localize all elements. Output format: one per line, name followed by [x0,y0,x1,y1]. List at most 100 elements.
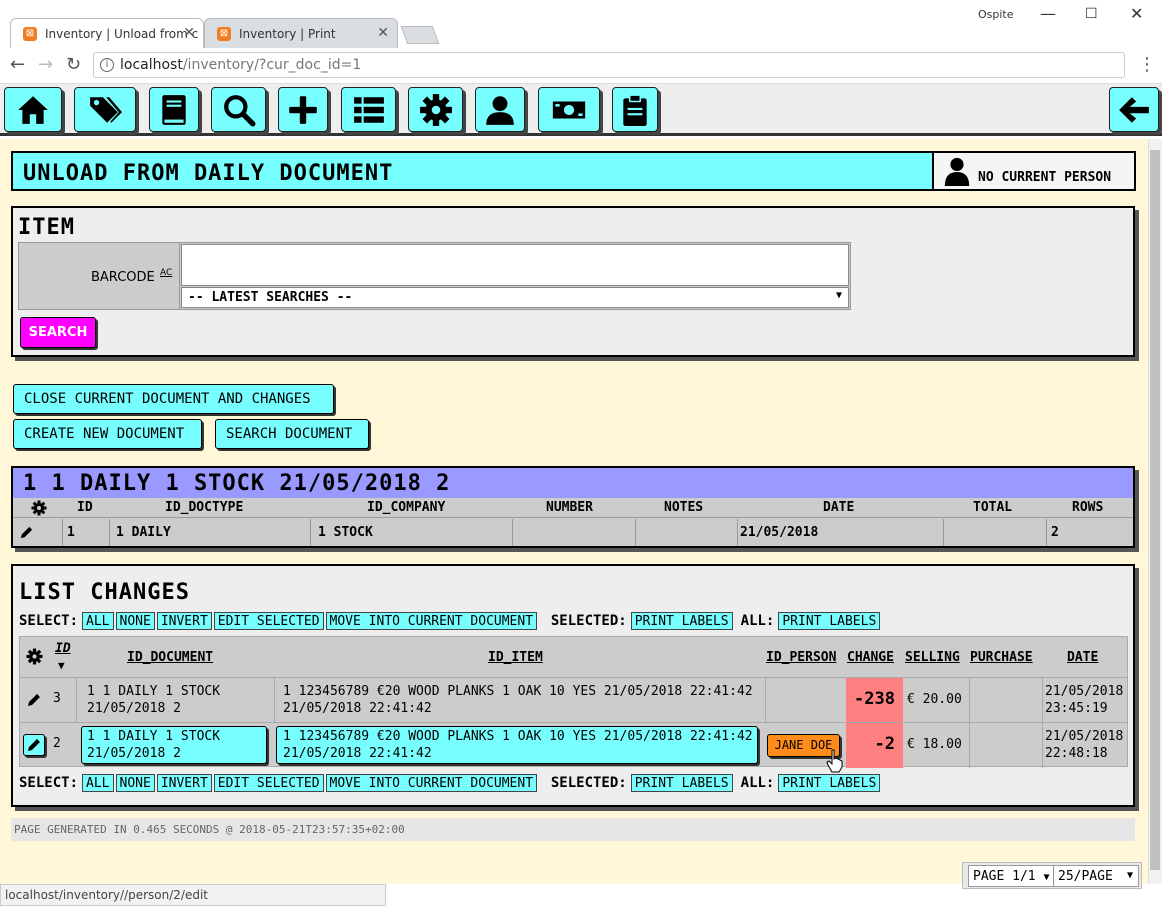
close-document-button[interactable]: CLOSE CURRENT DOCUMENT AND CHANGES [13,384,334,414]
col-change[interactable]: CHANGE [847,650,894,665]
current-person-label: NO CURRENT PERSON [978,170,1112,185]
pencil-icon[interactable] [26,692,42,708]
all-label: ALL: [740,613,775,629]
row-date-line1: 21/05/2018 [1045,684,1124,699]
move-into-document-button[interactable]: MOVE INTO CURRENT DOCUMENT [325,612,538,630]
add-button[interactable] [278,87,328,132]
url-input[interactable]: i localhost/inventory/?cur_doc_id=1 [93,52,1125,78]
close-tab-icon[interactable]: ✕ [183,25,195,41]
reload-icon[interactable]: ↻ [66,54,81,75]
per-page-select-value: 25/PAGE [1058,869,1113,884]
select-all-button[interactable]: ALL [82,612,114,630]
autocomplete-link[interactable]: AC [160,268,172,278]
create-document-button[interactable]: CREATE NEW DOCUMENT [13,419,202,449]
print-labels-all-button[interactable]: PRINT LABELS [778,612,881,630]
row-selling: € 20.00 [907,692,962,707]
gear-icon [419,93,452,126]
xampp-favicon-icon: ⊠ [23,27,37,41]
edit-row-button[interactable] [23,734,45,756]
scrollbar-thumb[interactable] [1150,150,1160,870]
gear-icon[interactable] [31,500,47,516]
info-icon[interactable]: i [100,58,114,72]
document-header-row: ID ID_DOCTYPE ID_COMPANY NUMBER NOTES DA… [13,498,1133,518]
divider [635,519,636,546]
generation-footer: PAGE GENERATED IN 0.465 SECONDS @ 2018-0… [11,818,1135,841]
list-button[interactable] [341,87,396,132]
person-button[interactable] [475,87,525,132]
divider [1042,678,1043,723]
home-button[interactable] [4,87,62,132]
col-id-sort[interactable]: ID [55,641,71,656]
money-icon [552,101,586,118]
browser-status-bar: localhost/inventory//person/2/edit [0,884,386,906]
row-document-line2: 21/05/2018 2 [87,746,181,761]
search-button[interactable] [211,87,266,132]
table-row: 3 1 1 DAILY 1 STOCK 21/05/2018 2 1 12345… [20,677,1127,723]
back-button[interactable] [1109,87,1159,132]
changes-panel: LIST CHANGES SELECT: ALL NONE INVERT EDIT SE… [11,564,1135,807]
page-select[interactable]: PAGE 1/1 ▼ [968,865,1054,887]
settings-button[interactable] [408,87,463,132]
col-number: NUMBER [546,500,593,515]
select-invert-button[interactable]: INVERT [156,612,212,630]
back-icon[interactable]: ← [10,54,25,75]
maximize-icon[interactable]: ☐ [1085,6,1098,22]
edit-selected-button[interactable]: EDIT SELECTED [213,774,324,792]
col-selling[interactable]: SELLING [905,650,960,665]
doc-id: 1 [67,525,75,540]
doc-doctype: 1 DAILY [116,525,171,540]
col-id: ID [77,500,93,515]
current-person[interactable]: NO CURRENT PERSON [932,151,1136,191]
select-none-button[interactable]: NONE [115,612,155,630]
changes-title: LIST CHANGES [19,580,190,605]
print-labels-selected-button[interactable]: PRINT LABELS [630,612,733,630]
clipboard-icon [623,93,647,126]
col-id-document[interactable]: ID_DOCUMENT [127,650,213,665]
divider [274,678,275,723]
edit-selected-button[interactable]: EDIT SELECTED [213,612,324,630]
row-change: -238 [846,678,903,723]
divider [1042,723,1043,768]
row-item-link[interactable]: 1 123456789 €20 WOOD PLANKS 1 OAK 10 YES… [276,726,758,764]
search-document-button[interactable]: SEARCH DOCUMENT [215,419,369,449]
latest-searches-select[interactable]: -- LATEST SEARCHES -- ▼ [181,287,849,308]
minimize-icon[interactable]: — [1040,4,1056,23]
browser-tab-active[interactable]: ⊠ Inventory | Unload from c ✕ [10,18,204,48]
close-window-icon[interactable]: ✕ [1130,4,1143,23]
col-id-item[interactable]: ID_ITEM [488,650,543,665]
row-id: 2 [53,736,61,751]
row-item-line2: 21/05/2018 22:41:42 [283,701,432,716]
per-page-select[interactable]: 25/PAGE ▼ [1053,865,1139,887]
money-button[interactable] [538,87,600,132]
xampp-favicon-icon: ⊠ [217,27,231,41]
document-title-bar: 1 1 DAILY 1 STOCK 21/05/2018 2 [13,468,1133,498]
row-document-link[interactable]: 1 1 DAILY 1 STOCK 21/05/2018 2 [81,726,267,764]
search-submit-button[interactable]: SEARCH [20,317,96,348]
select-invert-button[interactable]: INVERT [156,774,212,792]
clipboard-button[interactable] [612,87,658,132]
pencil-icon[interactable] [19,525,34,540]
move-into-document-button[interactable]: MOVE INTO CURRENT DOCUMENT [325,774,538,792]
browser-menu-icon[interactable]: ⋮ [1138,54,1156,75]
barcode-input[interactable] [181,244,849,286]
document-panel: 1 1 DAILY 1 STOCK 21/05/2018 2 ID ID_DOC… [11,466,1135,548]
changes-table: ID ▼ ID_DOCUMENT ID_ITEM ID_PERSON CHANG… [19,636,1128,768]
print-labels-selected-button[interactable]: PRINT LABELS [630,774,733,792]
print-labels-all-button[interactable]: PRINT LABELS [778,774,881,792]
col-date[interactable]: DATE [1067,650,1098,665]
new-tab-button[interactable] [400,26,440,44]
browser-tab-print[interactable]: ⊠ Inventory | Print ✕ [204,18,398,48]
book-button[interactable] [149,87,199,132]
select-all-button[interactable]: ALL [82,774,114,792]
select-none-button[interactable]: NONE [115,774,155,792]
sort-desc-icon[interactable]: ▼ [58,659,65,672]
forward-icon[interactable]: → [38,54,53,75]
col-id-person[interactable]: ID_PERSON [766,650,836,665]
divider [109,519,110,546]
col-purchase[interactable]: PURCHASE [970,650,1033,665]
close-tab-icon[interactable]: ✕ [377,25,389,41]
gear-icon[interactable] [26,648,43,665]
tags-button[interactable] [74,87,136,132]
select-label: SELECT: [19,613,79,629]
select-bar-bottom: SELECT: ALL NONE INVERT EDIT SELECTED MOVE IN… [19,774,882,792]
